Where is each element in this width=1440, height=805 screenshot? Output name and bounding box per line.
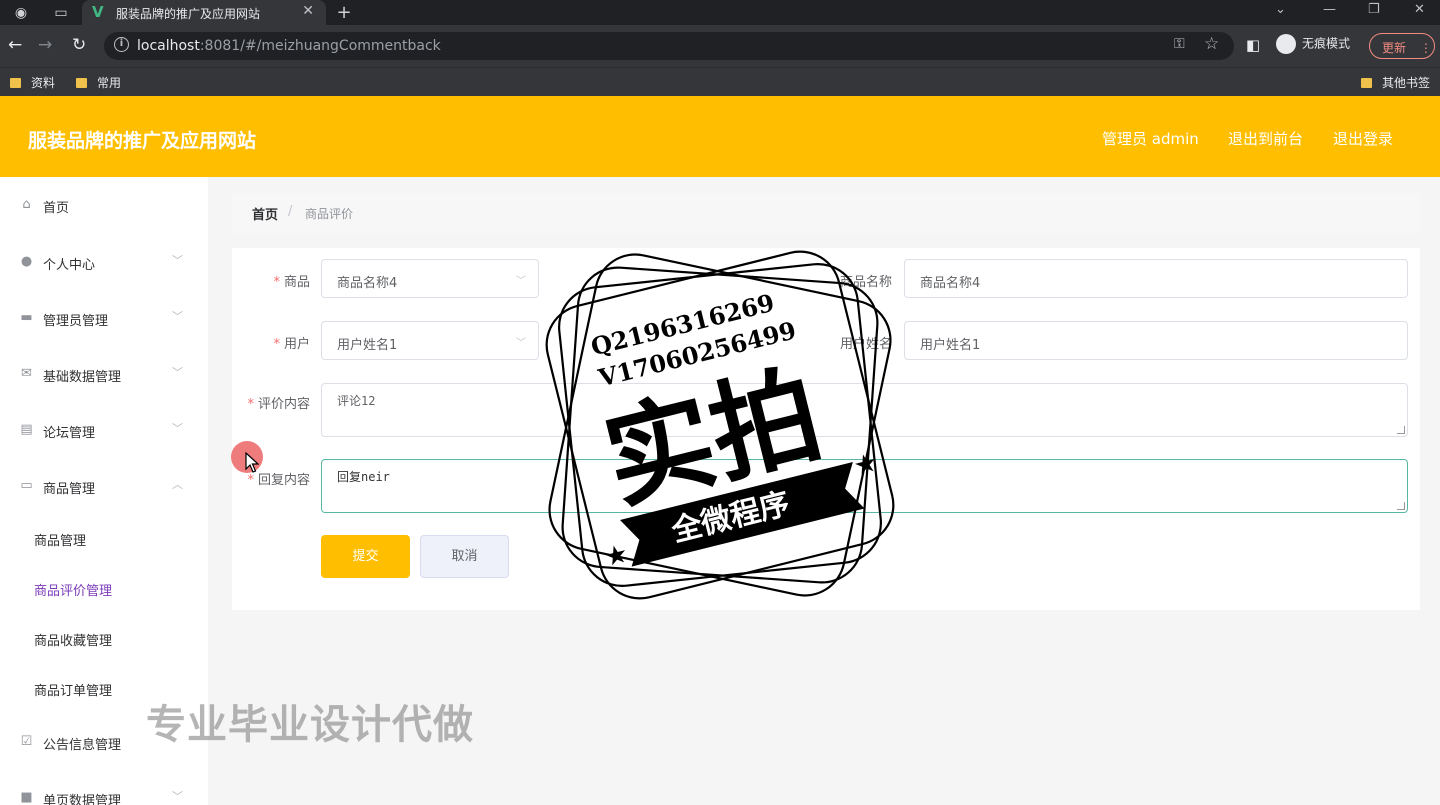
chevron-up-icon: ︿ [172,478,183,491]
bookmark-star-icon[interactable]: ☆ [1204,34,1219,54]
clipboard-icon: ▤ [20,422,33,437]
user-name-field[interactable]: 用户姓名1 [904,321,1408,360]
watermark-text: 专业毕业设计代做 [146,702,474,748]
chevron-down-icon: ﹀ [172,254,183,267]
briefcase-icon: ▬ [20,310,33,325]
product-name-field[interactable]: 商品名称4 [904,259,1408,298]
tab-title: 服装品牌的推广及应用网站 [116,7,261,21]
new-tab-icon[interactable]: + [335,4,353,22]
breadcrumb-current: 商品评价 [305,207,354,221]
folder-icon: ■ [20,790,33,805]
minimize-icon[interactable]: — [1323,2,1336,17]
breadcrumb-separator: / [288,204,293,219]
bookmark-folder[interactable]: 常用 [76,74,121,91]
close-window-icon[interactable]: ✕ [1414,2,1425,17]
chat-icon: ▭ [20,478,33,493]
browser-tab-active[interactable]: V 服装品牌的推广及应用网站 ✕ [82,0,326,25]
incognito-indicator[interactable]: 无痕模式 [1276,34,1350,54]
sidebar-item-home[interactable]: ⌂ 首页 [0,185,208,225]
user-select[interactable]: 用户姓名1 ﹀ [321,321,539,360]
chevron-down-icon: ﹀ [516,276,526,287]
sidebar-item-single-page[interactable]: ■ 单页数据管理 ﹀ [0,778,208,805]
update-button[interactable]: 更新 ⋮ [1369,33,1435,59]
exit-to-front-link[interactable]: 退出到前台 [1228,128,1303,149]
url-text: localhost:8081/#/meizhuangCommentback [137,38,441,54]
star-icon: ★ [851,448,881,483]
restore-icon[interactable]: ❐ [1368,2,1380,17]
sidebar-item-forum[interactable]: ▤ 论坛管理 ﹀ [0,410,208,450]
chevron-down-icon: ﹀ [172,366,183,379]
chevron-down-icon: ﹀ [172,422,183,435]
chevron-down-icon: ﹀ [172,310,183,323]
sidebar-item-base-data[interactable]: ✉ 基础数据管理 ﹀ [0,354,208,394]
folder-icon [10,78,21,88]
watermark-stamp: Q2196316269 V17060256499 实拍 全微程序 ★ ★ [545,250,895,600]
key-icon[interactable]: ⚿ [1174,36,1185,52]
mouse-cursor-icon [245,452,259,473]
address-bar[interactable]: i localhost:8081/#/meizhuangCommentback … [104,32,1234,60]
close-tab-icon[interactable]: ✕ [302,3,314,19]
tab-search-icon[interactable]: ⌄ [1275,2,1286,17]
vue-logo-icon: V [92,3,104,21]
user-icon: ● [20,254,33,269]
breadcrumb: 首页 / 商品评价 [232,193,1420,233]
site-info-icon[interactable]: i [114,37,129,52]
sidebar-subitem-products[interactable]: 商品管理 [34,530,86,549]
logout-link[interactable]: 退出登录 [1333,128,1393,149]
product-select[interactable]: 商品名称4 ﹀ [321,259,539,298]
sidebar-item-admin-management[interactable]: ▬ 管理员管理 ﹀ [0,298,208,338]
browser-toolbar: ← → ↻ i localhost:8081/#/meizhuangCommen… [0,25,1440,67]
bookmark-folder[interactable]: 资料 [10,74,55,91]
home-icon: ⌂ [22,197,31,212]
folder-icon [1361,78,1372,88]
bookmarks-bar: 资料 常用 其他书签 [0,67,1440,96]
comment-label: * 评价内容 [247,397,310,412]
resize-handle[interactable] [1397,502,1405,510]
site-title: 服装品牌的推广及应用网站 [28,130,257,152]
forward-icon[interactable]: → [38,35,52,55]
more-menu-icon: ⋮ [1419,41,1432,55]
globe-icon[interactable]: ◉ [12,4,30,22]
sidebar-subitem-orders[interactable]: 商品订单管理 [34,680,112,699]
product-label: * 商品 [273,275,310,290]
reload-icon[interactable]: ↻ [72,35,86,55]
app-header: 服装品牌的推广及应用网站 管理员 admin 退出到前台 退出登录 [0,96,1440,177]
breadcrumb-home[interactable]: 首页 [252,204,278,223]
checklist-icon: ☑ [20,734,33,749]
browser-tab-bar: ◉ ▭ V 服装品牌的推广及应用网站 ✕ + ⌄ — ❐ ✕ [0,0,1440,25]
submit-button[interactable]: 提交 [321,535,410,578]
chevron-down-icon: ﹀ [516,338,526,349]
other-bookmarks[interactable]: 其他书签 [1361,74,1430,91]
sidebar-subitem-favorites[interactable]: 商品收藏管理 [34,630,112,649]
admin-label: 管理员 admin [1102,130,1199,148]
cancel-button[interactable]: 取消 [420,535,509,578]
folder-icon [76,78,87,88]
mail-icon: ✉ [21,366,32,381]
tab-strip-icon[interactable]: ▭ [52,4,70,22]
incognito-icon [1276,34,1296,54]
resize-handle[interactable] [1397,426,1405,434]
chevron-down-icon: ﹀ [172,790,183,803]
sidebar-subitem-product-reviews[interactable]: 商品评价管理 [34,580,112,599]
side-panel-icon[interactable]: ◧ [1246,36,1260,54]
sidebar-item-personal-center[interactable]: ● 个人中心 ﹀ [0,242,208,282]
back-icon[interactable]: ← [8,35,22,55]
sidebar-item-product-management[interactable]: ▭ 商品管理 ︿ [0,466,208,506]
user-label: * 用户 [273,337,310,352]
